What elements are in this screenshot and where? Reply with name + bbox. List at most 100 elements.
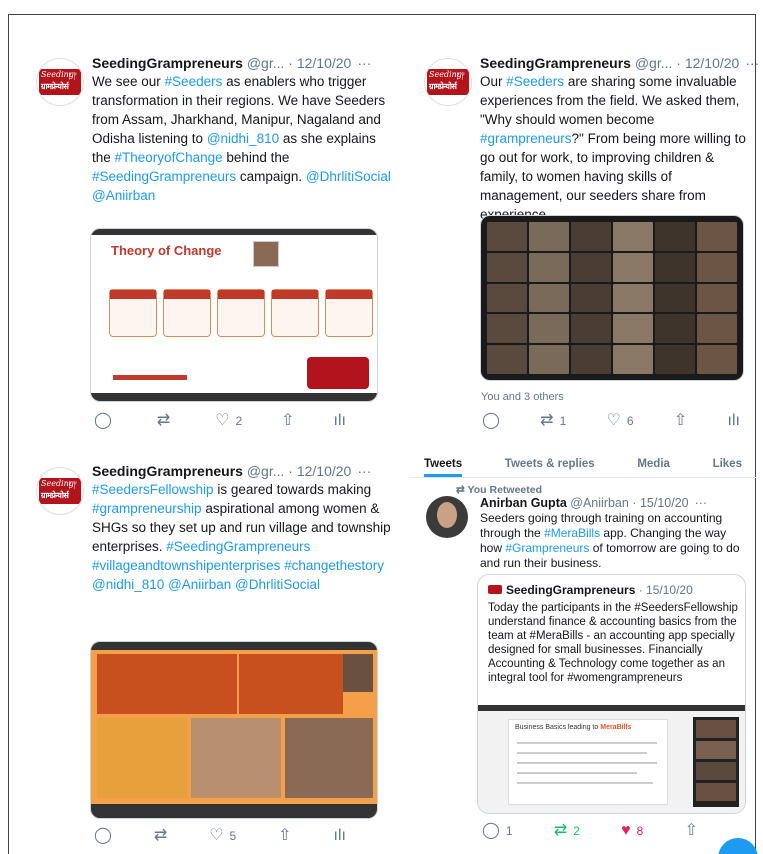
- reply-icon: ◯: [94, 827, 112, 844]
- tab-tweets-replies[interactable]: Tweets & replies: [505, 452, 595, 477]
- share-button[interactable]: ⇧: [281, 413, 294, 429]
- hashtag-link[interactable]: #SeedingGrampreneurs: [92, 169, 236, 184]
- quoted-media-image[interactable]: Business Basics leading to MeraBills: [478, 705, 745, 813]
- hashtag-link[interactable]: #Seeders: [506, 74, 564, 89]
- reply-button[interactable]: ◯: [94, 828, 112, 844]
- tweet-actions: ◯ ⇄ ♡ 5 ⇧ ılı: [94, 828, 346, 844]
- retweet-button[interactable]: ⇄: [154, 828, 167, 844]
- share-icon: ⇧: [673, 412, 688, 429]
- participant-tile: [613, 283, 653, 313]
- hashtag-link[interactable]: #MeraBills: [544, 526, 600, 540]
- avatar[interactable]: Seeding ᚠᚠ ग्रामप्रेन्योर्स: [36, 467, 84, 515]
- author-name[interactable]: SeedingGrampreneurs: [92, 55, 243, 71]
- tweet-actions: ◯ ⇄ 1 ♡ 6 ⇧ ılı: [482, 413, 740, 429]
- retweet-icon: ⇄: [153, 827, 168, 844]
- tweet-header: SeedingGrampreneurs @gr... · 12/10/20 ···: [480, 55, 759, 71]
- like-button[interactable]: ♡ 2: [215, 413, 242, 429]
- participant-tile: [655, 314, 695, 344]
- reply-button[interactable]: ◯: [482, 413, 500, 429]
- tab-tweets[interactable]: Tweets: [424, 452, 463, 477]
- like-button[interactable]: ♡ 6: [607, 413, 634, 429]
- more-icon[interactable]: ···: [357, 55, 371, 71]
- hashtag-link[interactable]: #TheoryofChange: [115, 150, 223, 165]
- liked-by-text[interactable]: You and 3 others: [481, 391, 564, 403]
- handle-date[interactable]: @gr... · 12/10/20: [243, 55, 352, 71]
- tweet-header: SeedingGrampreneurs @gr... · 12/10/20 ···: [92, 55, 371, 71]
- author-name[interactable]: SeedingGrampreneurs: [92, 463, 243, 479]
- retweet-button[interactable]: ⇄: [157, 413, 176, 429]
- hashtag-link[interactable]: #Grampreneurs: [505, 541, 589, 555]
- reply-button[interactable]: ◯: [94, 413, 118, 429]
- more-icon[interactable]: ···: [357, 463, 371, 479]
- retweet-button[interactable]: ⇄ 1: [540, 413, 566, 429]
- participant-tile: [529, 345, 569, 374]
- reply-icon: ◯: [482, 822, 500, 839]
- analytics-icon: ılı: [727, 412, 740, 429]
- participant-tile: [529, 222, 569, 251]
- share-button[interactable]: ⇧: [674, 413, 687, 429]
- heart-filled-icon: ♥: [621, 822, 631, 839]
- participant-tile: [487, 222, 527, 251]
- participant-tile: [613, 252, 653, 282]
- share-button[interactable]: ⇧: [685, 823, 698, 839]
- handle-date[interactable]: @gr... · 12/10/20: [243, 463, 352, 479]
- analytics-button[interactable]: ılı: [728, 413, 740, 429]
- analytics-button[interactable]: ılı: [334, 828, 346, 844]
- retweet-icon: ⇄: [553, 822, 568, 839]
- quoted-header: SeedingGrampreneurs · 15/10/20: [488, 583, 693, 597]
- participant-tile: [697, 345, 737, 374]
- retweet-button[interactable]: ⇄ 2: [554, 823, 580, 839]
- like-button[interactable]: ♡ 5: [209, 828, 236, 844]
- share-icon: ⇧: [684, 822, 698, 839]
- mention-link[interactable]: @nidhi_810: [207, 131, 279, 146]
- reply-icon: ◯: [482, 412, 500, 429]
- quoted-tweet[interactable]: SeedingGrampreneurs · 15/10/20 Today the…: [477, 574, 746, 814]
- reply-button[interactable]: ◯ 1: [482, 823, 513, 839]
- share-button[interactable]: ⇧: [278, 828, 291, 844]
- more-icon[interactable]: ···: [695, 496, 708, 510]
- tweet-media-image[interactable]: [90, 641, 378, 819]
- merabills-logo-text: MeraBills: [600, 724, 632, 731]
- share-icon: ⇧: [278, 827, 292, 844]
- tweet-media-image[interactable]: Theory of Change: [90, 228, 378, 402]
- author-name[interactable]: SeedingGrampreneurs: [506, 583, 635, 597]
- analytics-icon: ılı: [333, 827, 346, 844]
- tab-media[interactable]: Media: [637, 452, 670, 477]
- participant-tile: [697, 314, 737, 344]
- avatar[interactable]: Seeding ᚠᚠ ग्रामप्रेन्योर्स: [36, 58, 84, 106]
- profile-tabs: Tweets Tweets & replies Media Likes: [410, 452, 756, 478]
- handle-date[interactable]: @Aniirban · 15/10/20: [567, 496, 688, 510]
- participant-tile: [571, 252, 611, 282]
- avatar[interactable]: Seeding ᚠᚠ ग्रामप्रेन्योर्स: [424, 58, 472, 106]
- hashtag-link[interactable]: #grampreneurs: [480, 131, 572, 146]
- seedinggrampreneurs-logo-icon: Seeding ᚠᚠ ग्रामप्रेन्योर्स: [39, 69, 81, 95]
- tweet-header: Anirban Gupta @Aniirban · 15/10/20 ···: [480, 496, 707, 510]
- avatar[interactable]: [426, 496, 468, 538]
- participant-tile: [571, 314, 611, 344]
- tweet-media-image[interactable]: [480, 215, 744, 381]
- participant-tile: [613, 345, 653, 374]
- author-name[interactable]: SeedingGrampreneurs: [480, 55, 631, 71]
- handle-date[interactable]: @gr... · 12/10/20: [631, 55, 740, 71]
- hashtag-link[interactable]: #SeedersFellowship: [92, 482, 214, 497]
- quoted-date: · 15/10/20: [635, 583, 693, 597]
- analytics-button[interactable]: ılı: [334, 413, 346, 429]
- share-icon: ⇧: [281, 412, 295, 429]
- like-button[interactable]: ♥ 8: [621, 823, 643, 839]
- quoted-text: Today the participants in the #SeedersFe…: [488, 602, 738, 684]
- participant-tile: [697, 283, 737, 313]
- more-icon[interactable]: ···: [745, 55, 759, 71]
- participant-tile: [613, 314, 653, 344]
- participant-tile: [487, 252, 527, 282]
- tab-likes[interactable]: Likes: [713, 452, 742, 477]
- participant-tile: [571, 283, 611, 313]
- heart-icon: ♡: [209, 827, 224, 844]
- hashtag-link[interactable]: #grampreneurship: [92, 501, 202, 516]
- participant-tile: [529, 252, 569, 282]
- participant-tile: [487, 345, 527, 374]
- author-name[interactable]: Anirban Gupta: [480, 496, 567, 510]
- participant-tile: [571, 345, 611, 374]
- tweet-actions: ◯ ⇄ ♡ 2 ⇧ ılı: [94, 413, 346, 429]
- slide-title: Business Basics leading to: [515, 724, 599, 731]
- hashtag-link[interactable]: #Seeders: [165, 74, 223, 89]
